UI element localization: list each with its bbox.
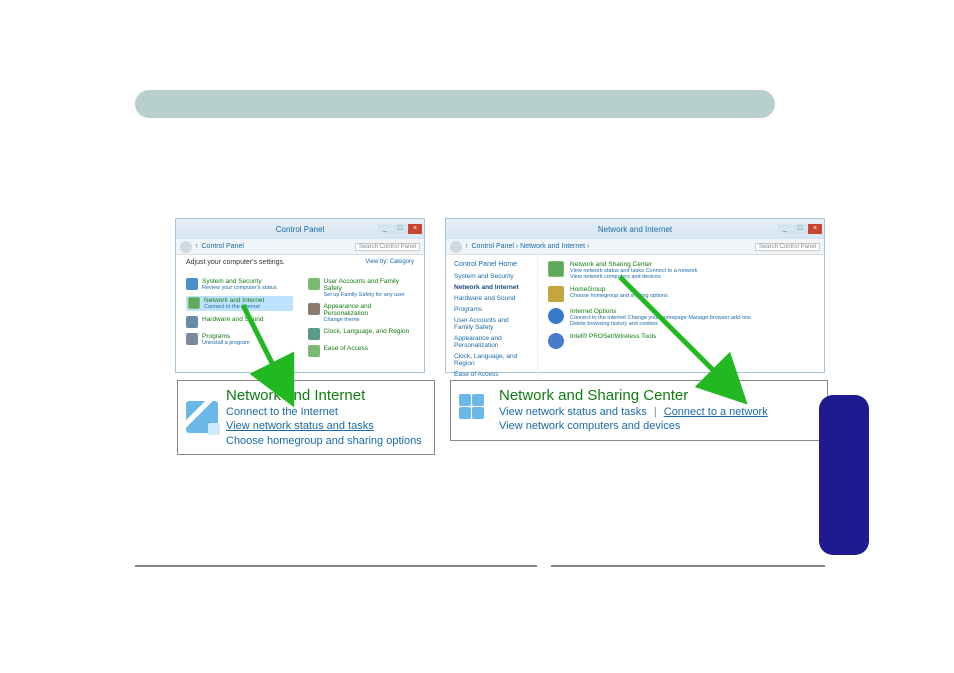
search-input[interactable]: Search Control Panel [355, 243, 420, 251]
internet-options-item[interactable]: Internet Options Connect to the Internet… [548, 308, 814, 327]
ie-icon [548, 308, 564, 324]
homegroup-item[interactable]: HomeGroup Choose homegroup and sharing o… [548, 286, 814, 302]
zoom-network-sharing: Network and Sharing Center View network … [450, 380, 828, 441]
window-toolbar: ↑ Control Panel Search Control Panel [176, 239, 424, 255]
sidebar-clock[interactable]: Clock, Language, and Region [454, 353, 529, 367]
back-icon[interactable] [450, 241, 462, 253]
sidebar: Control Panel Home System and Security N… [446, 255, 538, 388]
network-internet-screenshot: Network and Internet _ □ × ↑ Control Pan… [445, 218, 825, 373]
connect-internet-link[interactable]: Connect to the Internet [226, 405, 426, 419]
window-title: Network and Internet [446, 225, 824, 234]
cp-item-clock[interactable]: Clock, Language, and Region [308, 328, 415, 340]
user-icon [308, 278, 320, 290]
divider-gap [537, 565, 551, 567]
cp-item-appearance[interactable]: Appearance and Personalization Change th… [308, 303, 415, 323]
nsc-item[interactable]: Network and Sharing Center View network … [548, 261, 814, 280]
hardware-icon [186, 316, 198, 328]
clock-icon [308, 328, 320, 340]
sidebar-heading[interactable]: Control Panel Home [454, 261, 529, 268]
network-sharing-icon [459, 394, 491, 426]
view-computers-link[interactable]: View network computers and devices [499, 419, 819, 433]
cp-item-system[interactable]: System and Security Review your computer… [186, 278, 293, 291]
homegroup-icon [548, 286, 564, 302]
window-toolbar: ↑ Control Panel › Network and Internet ›… [446, 239, 824, 255]
sidebar-network[interactable]: Network and Internet [454, 284, 529, 291]
system-icon [186, 278, 198, 290]
minimize-button[interactable]: _ [378, 224, 392, 234]
minimize-button[interactable]: _ [778, 224, 792, 234]
intel-icon [548, 333, 564, 349]
back-icon[interactable] [180, 241, 192, 253]
network-internet-icon [186, 401, 218, 433]
view-status-link[interactable]: View network status and tasks [226, 419, 426, 433]
breadcrumb[interactable]: Control Panel [202, 243, 352, 250]
network-sharing-icon [548, 261, 564, 277]
homegroup-link[interactable]: Choose homegroup and sharing options [226, 434, 426, 448]
window-titlebar: Network and Internet _ □ × [446, 219, 824, 239]
sidebar-user[interactable]: User Accounts and Family Safety [454, 317, 529, 331]
sidebar-ease[interactable]: Ease of Access [454, 371, 529, 378]
maximize-button[interactable]: □ [793, 224, 807, 234]
sidebar-programs[interactable]: Programs [454, 306, 529, 313]
ease-icon [308, 345, 320, 357]
zoom-title[interactable]: Network and Internet [226, 387, 426, 404]
search-input[interactable]: Search Control Panel [755, 243, 820, 251]
page-heading: Adjust your computer's settings. [186, 259, 285, 266]
divider [135, 565, 825, 567]
cp-item-user[interactable]: User Accounts and Family Safety Set up F… [308, 278, 415, 298]
section-header-bar [135, 90, 775, 118]
control-panel-screenshot: Control Panel _ □ × ↑ Control Panel Sear… [175, 218, 425, 373]
view-selector[interactable]: View by: Category [365, 259, 414, 272]
cp-item-network[interactable]: Network and Internet Connect to the Inte… [186, 296, 293, 311]
appearance-icon [308, 303, 320, 315]
breadcrumb[interactable]: Control Panel › Network and Internet › [472, 243, 752, 250]
network-icon [188, 297, 200, 309]
view-status-link[interactable]: View network status and tasks [499, 406, 647, 418]
cp-item-hardware[interactable]: Hardware and Sound [186, 316, 293, 328]
programs-icon [186, 333, 198, 345]
page-tab [819, 395, 869, 555]
connect-network-link[interactable]: Connect to a network [664, 406, 768, 418]
maximize-button[interactable]: □ [393, 224, 407, 234]
zoom-title[interactable]: Network and Sharing Center [499, 387, 819, 404]
zoom-network-internet: Network and Internet Connect to the Inte… [177, 380, 435, 455]
intel-item[interactable]: Intel® PROSet/Wireless Tools [548, 333, 814, 349]
sidebar-hardware[interactable]: Hardware and Sound [454, 295, 529, 302]
cp-item-ease[interactable]: Ease of Access [308, 345, 415, 357]
sidebar-system[interactable]: System and Security [454, 273, 529, 280]
nav-up-icon[interactable]: ↑ [465, 243, 469, 250]
sidebar-appearance[interactable]: Appearance and Personalization [454, 335, 529, 349]
nav-up-icon[interactable]: ↑ [195, 243, 199, 250]
close-button[interactable]: × [808, 224, 822, 234]
window-titlebar: Control Panel _ □ × [176, 219, 424, 239]
cp-item-programs[interactable]: Programs Uninstall a program [186, 333, 293, 346]
separator: | [654, 406, 657, 418]
close-button[interactable]: × [408, 224, 422, 234]
